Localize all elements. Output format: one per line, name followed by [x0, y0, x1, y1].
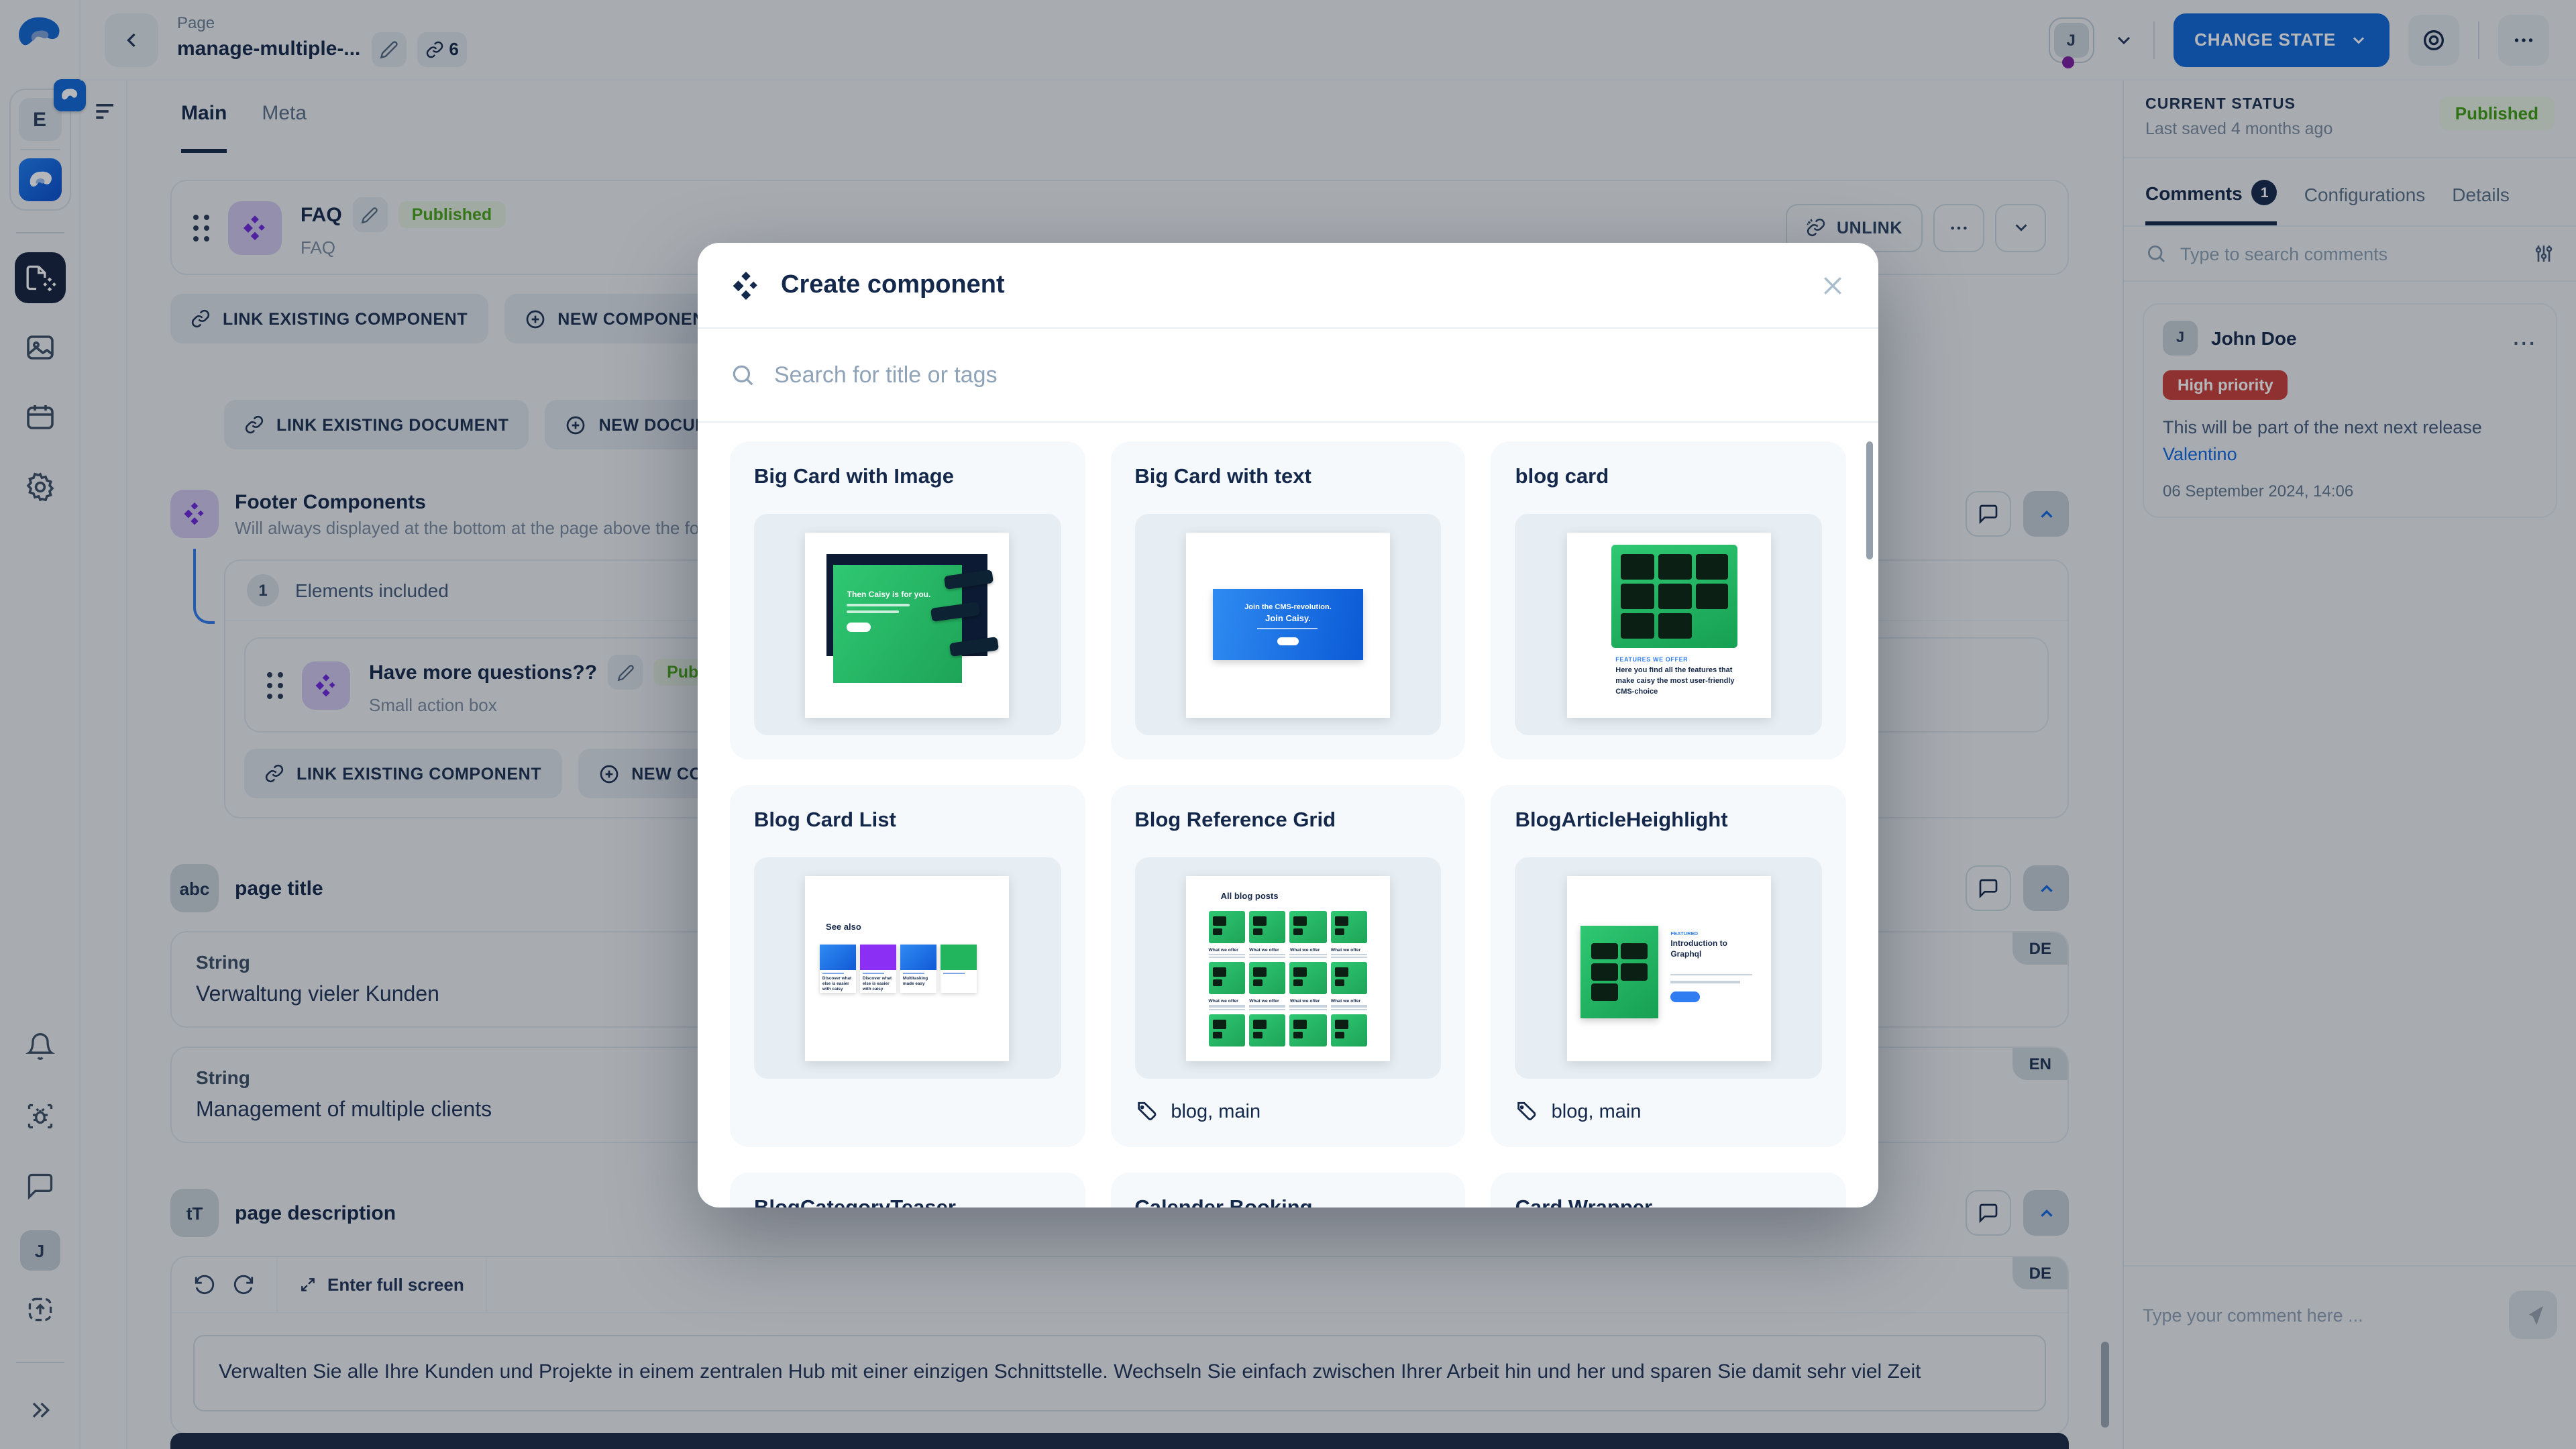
component-card-thumbnail: Then Caisy is for you. — [754, 514, 1061, 735]
component-card-title: BlogArticleHeighlight — [1515, 809, 1822, 833]
component-card-thumbnail: All blog postsWhat we offerWhat we offer… — [1134, 857, 1441, 1079]
component-card-thumbnail: Join the CMS-revolution.Join Caisy. — [1134, 514, 1441, 735]
app-root: E J — [0, 0, 2576, 1449]
component-diamond-icon — [730, 269, 762, 301]
component-search-input[interactable] — [774, 362, 1846, 388]
component-card-title: Calender Booking — [1134, 1197, 1441, 1208]
component-card-tags: blog, main — [1134, 1100, 1441, 1123]
component-card-title: blog card — [1515, 466, 1822, 490]
component-card-tags: blog, main — [1515, 1100, 1822, 1123]
tag-icon — [1134, 1100, 1157, 1123]
component-card[interactable]: Card Wrapper — [1491, 1173, 1846, 1208]
component-card-title: Blog Reference Grid — [1134, 809, 1441, 833]
search-icon — [730, 362, 755, 388]
component-card[interactable]: Big Card with Image Then Caisy is for yo… — [730, 441, 1085, 759]
component-card[interactable]: Big Card with text Join the CMS-revoluti… — [1110, 441, 1465, 759]
component-card-tag-text: blog, main — [1552, 1101, 1642, 1122]
component-card-title: Blog Card List — [754, 809, 1061, 833]
component-card[interactable]: Blog Reference Grid All blog postsWhat w… — [1110, 785, 1465, 1147]
component-card-tag-text: blog, main — [1171, 1101, 1260, 1122]
tag-icon — [1515, 1100, 1538, 1123]
component-card[interactable]: Blog Card List See alsoDiscover what els… — [730, 785, 1085, 1147]
component-card-thumbnail: FEATURES WE OFFERHere you find all the f… — [1515, 514, 1822, 735]
component-card-title: Card Wrapper — [1515, 1197, 1822, 1208]
component-card-thumbnail: See alsoDiscover what else is easier wit… — [754, 857, 1061, 1079]
modal-title: Create component — [781, 270, 1801, 300]
component-card-title: BlogCategoryTeaser — [754, 1197, 1061, 1208]
component-card-title: Big Card with Image — [754, 466, 1061, 490]
component-cards-grid: Big Card with Image Then Caisy is for yo… — [698, 423, 1878, 1208]
modal-scrollbar[interactable] — [1866, 441, 1873, 559]
create-component-modal: Create component Big Card with Image The… — [698, 243, 1878, 1208]
component-card-title: Big Card with text — [1134, 466, 1441, 490]
component-card-thumbnail: FEATUREDIntroduction to Graphql — [1515, 857, 1822, 1079]
component-card[interactable]: BlogArticleHeighlight FEATUREDIntroducti… — [1491, 785, 1846, 1147]
component-card[interactable]: Calender Booking — [1110, 1173, 1465, 1208]
component-card[interactable]: blog card FEATURES WE OFFERHere you find… — [1491, 441, 1846, 759]
component-card[interactable]: BlogCategoryTeaser — [730, 1173, 1085, 1208]
close-icon[interactable] — [1819, 272, 1846, 299]
